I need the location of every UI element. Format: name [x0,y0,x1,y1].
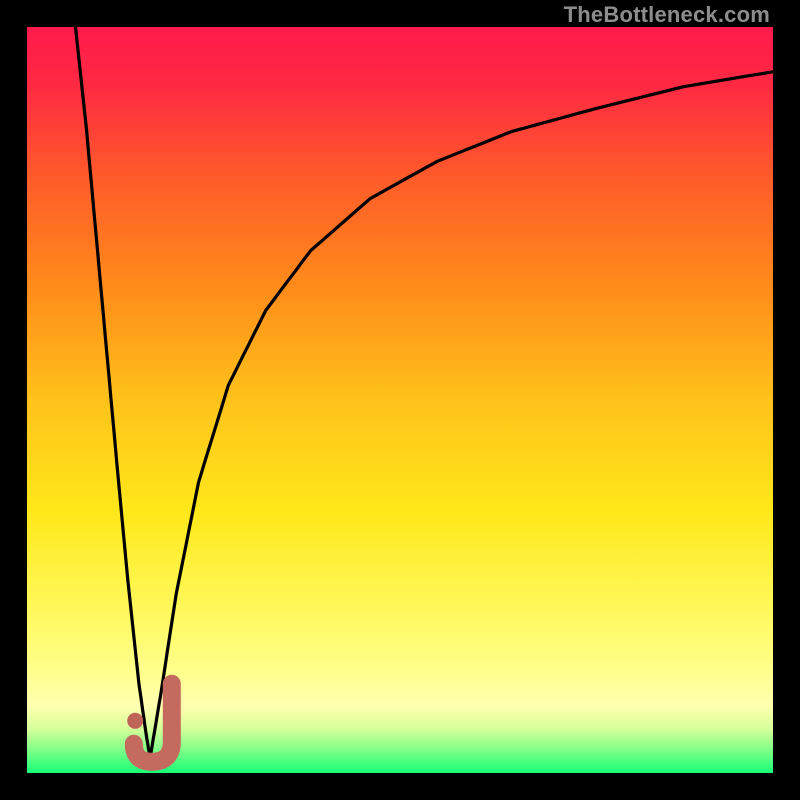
watermark-text: TheBottleneck.com [564,2,770,28]
plot-area [27,27,773,773]
curve-layer [27,27,773,773]
dot-icon [127,713,143,729]
curve-right-branch [150,72,773,758]
chart-frame: TheBottleneck.com [0,0,800,800]
curve-left-branch [76,27,151,758]
